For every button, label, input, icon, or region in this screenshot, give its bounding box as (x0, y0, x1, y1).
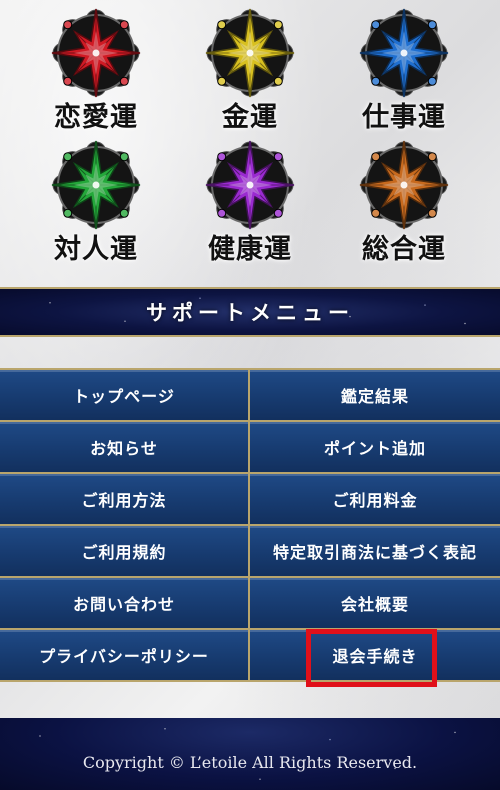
menu-unsubscribe-button[interactable]: 退会手続き (250, 630, 500, 682)
footer: Copyright © L’etoile All Rights Reserved… (0, 718, 500, 790)
menu-button-label: 鑑定結果 (340, 387, 409, 406)
fortune-overall[interactable]: 総合運 (329, 138, 479, 268)
menu-contact-button[interactable]: お問い合わせ (0, 578, 250, 630)
menu-button-label: ご利用方法 (81, 491, 167, 510)
menu-privacy-button[interactable]: プライバシーポリシー (0, 630, 250, 682)
menu-button-label: ご利用料金 (332, 491, 418, 510)
menu-button-label: プライバシーポリシー (39, 647, 209, 666)
fortune-love[interactable]: 恋愛運 (21, 6, 171, 136)
menu-button-label: お知らせ (90, 439, 158, 458)
menu-how-to-use-button[interactable]: ご利用方法 (0, 474, 250, 526)
menu-button-label: ご利用規約 (81, 543, 167, 562)
fortune-grid: 恋愛運 金運 仕事運 対人運 健康運 総合運 (0, 0, 500, 270)
fortune-work-label: 仕事運 (362, 102, 446, 133)
blue-gem-emblem-icon (359, 8, 449, 98)
menu-button-label: ポイント追加 (323, 439, 426, 458)
fortune-relationship[interactable]: 対人運 (21, 138, 171, 268)
purple-gem-emblem-icon (205, 140, 295, 230)
fortune-work[interactable]: 仕事運 (329, 6, 479, 136)
fortune-health-label: 健康運 (208, 234, 292, 265)
menu-pricing-button[interactable]: ご利用料金 (250, 474, 500, 526)
menu-terms-button[interactable]: ご利用規約 (0, 526, 250, 578)
menu-company-button[interactable]: 会社概要 (250, 578, 500, 630)
menu-add-points-button[interactable]: ポイント追加 (250, 422, 500, 474)
support-menu-grid: トップページ 鑑定結果 お知らせ ポイント追加 ご利用方法 ご利用料金 ご利用規… (0, 368, 500, 682)
fortune-health[interactable]: 健康運 (175, 138, 325, 268)
orange-gem-emblem-icon (359, 140, 449, 230)
menu-button-label: 退会手続き (332, 647, 418, 666)
red-gem-emblem-icon (51, 8, 141, 98)
fortune-overall-label: 総合運 (362, 234, 446, 265)
menu-top-page-button[interactable]: トップページ (0, 370, 250, 422)
menu-button-label: お問い合わせ (72, 595, 175, 614)
menu-news-button[interactable]: お知らせ (0, 422, 250, 474)
yellow-gem-emblem-icon (205, 8, 295, 98)
fortune-relationship-label: 対人運 (54, 234, 138, 265)
menu-legal-notice-button[interactable]: 特定取引商法に基づく表記 (250, 526, 500, 578)
support-menu-header: サポートメニュー (0, 287, 500, 337)
menu-button-label: 特定取引商法に基づく表記 (272, 543, 477, 562)
menu-button-label: トップページ (73, 387, 175, 406)
green-gem-emblem-icon (51, 140, 141, 230)
fortune-love-label: 恋愛運 (54, 102, 138, 133)
fortune-money[interactable]: 金運 (175, 6, 325, 136)
menu-button-label: 会社概要 (340, 595, 409, 614)
fortune-money-label: 金運 (222, 102, 278, 133)
menu-results-button[interactable]: 鑑定結果 (250, 370, 500, 422)
support-menu-title: サポートメニュー (146, 301, 354, 325)
copyright-text: Copyright © L’etoile All Rights Reserved… (82, 752, 418, 772)
